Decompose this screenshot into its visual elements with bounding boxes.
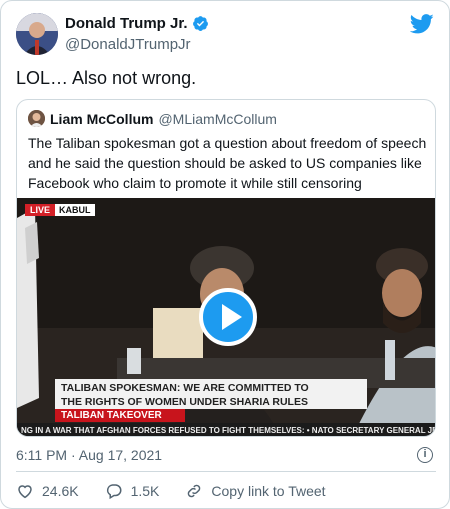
- quoted-tweet[interactable]: Liam McCollum @MLiamMcCollum The Taliban…: [16, 99, 436, 437]
- news-ticker: NG IN A WAR THAT AFGHAN FORCES REFUSED T…: [17, 423, 435, 436]
- live-badge: LIVE KABUL: [25, 204, 95, 216]
- tweet-timestamp[interactable]: 6:11 PM · Aug 17, 2021: [16, 447, 162, 463]
- heart-icon: [18, 485, 32, 499]
- author-handle[interactable]: @DonaldJTrumpJr: [65, 36, 191, 53]
- copy-link-label: Copy link to Tweet: [211, 483, 326, 499]
- news-chyron: TALIBAN SPOKESMAN: WE ARE COMMITTED TO T…: [55, 379, 367, 409]
- author-name[interactable]: Donald Trump Jr.: [65, 15, 188, 32]
- reply-button[interactable]: 1.5K: [105, 482, 160, 500]
- divider: [16, 471, 436, 472]
- action-bar: 24.6K 1.5K Copy link to Tweet: [16, 482, 352, 500]
- twitter-bird-icon[interactable]: [410, 14, 434, 34]
- video-player[interactable]: LIVE KABUL TALIBAN SPOKESMAN: WE ARE COM…: [17, 198, 435, 436]
- quoted-author-row: Liam McCollum @MLiamMcCollum: [28, 110, 277, 127]
- verified-badge-icon: [192, 16, 208, 31]
- author-avatar[interactable]: [16, 13, 58, 55]
- copy-link-button[interactable]: Copy link to Tweet: [185, 482, 326, 500]
- link-icon: [188, 484, 201, 498]
- quoted-author-handle: @MLiamMcCollum: [158, 110, 277, 127]
- play-button-icon[interactable]: [199, 288, 257, 346]
- quoted-tweet-text: The Taliban spokesman got a question abo…: [28, 135, 427, 191]
- info-icon[interactable]: i: [417, 447, 433, 463]
- tweet-card: Donald Trump Jr. @DonaldJTrumpJr LOL… Al…: [0, 0, 450, 509]
- like-count: 24.6K: [42, 483, 79, 499]
- quoted-author-name: Liam McCollum: [50, 110, 154, 127]
- like-button[interactable]: 24.6K: [16, 482, 79, 500]
- reply-bubble-icon: [106, 484, 122, 500]
- author-name-row[interactable]: Donald Trump Jr.: [65, 15, 209, 32]
- news-chyron-tag: TALIBAN TAKEOVER: [55, 409, 185, 422]
- tweet-text: LOL… Also not wrong.: [16, 68, 197, 88]
- reply-count: 1.5K: [130, 483, 160, 499]
- quoted-author-avatar: [28, 110, 45, 127]
